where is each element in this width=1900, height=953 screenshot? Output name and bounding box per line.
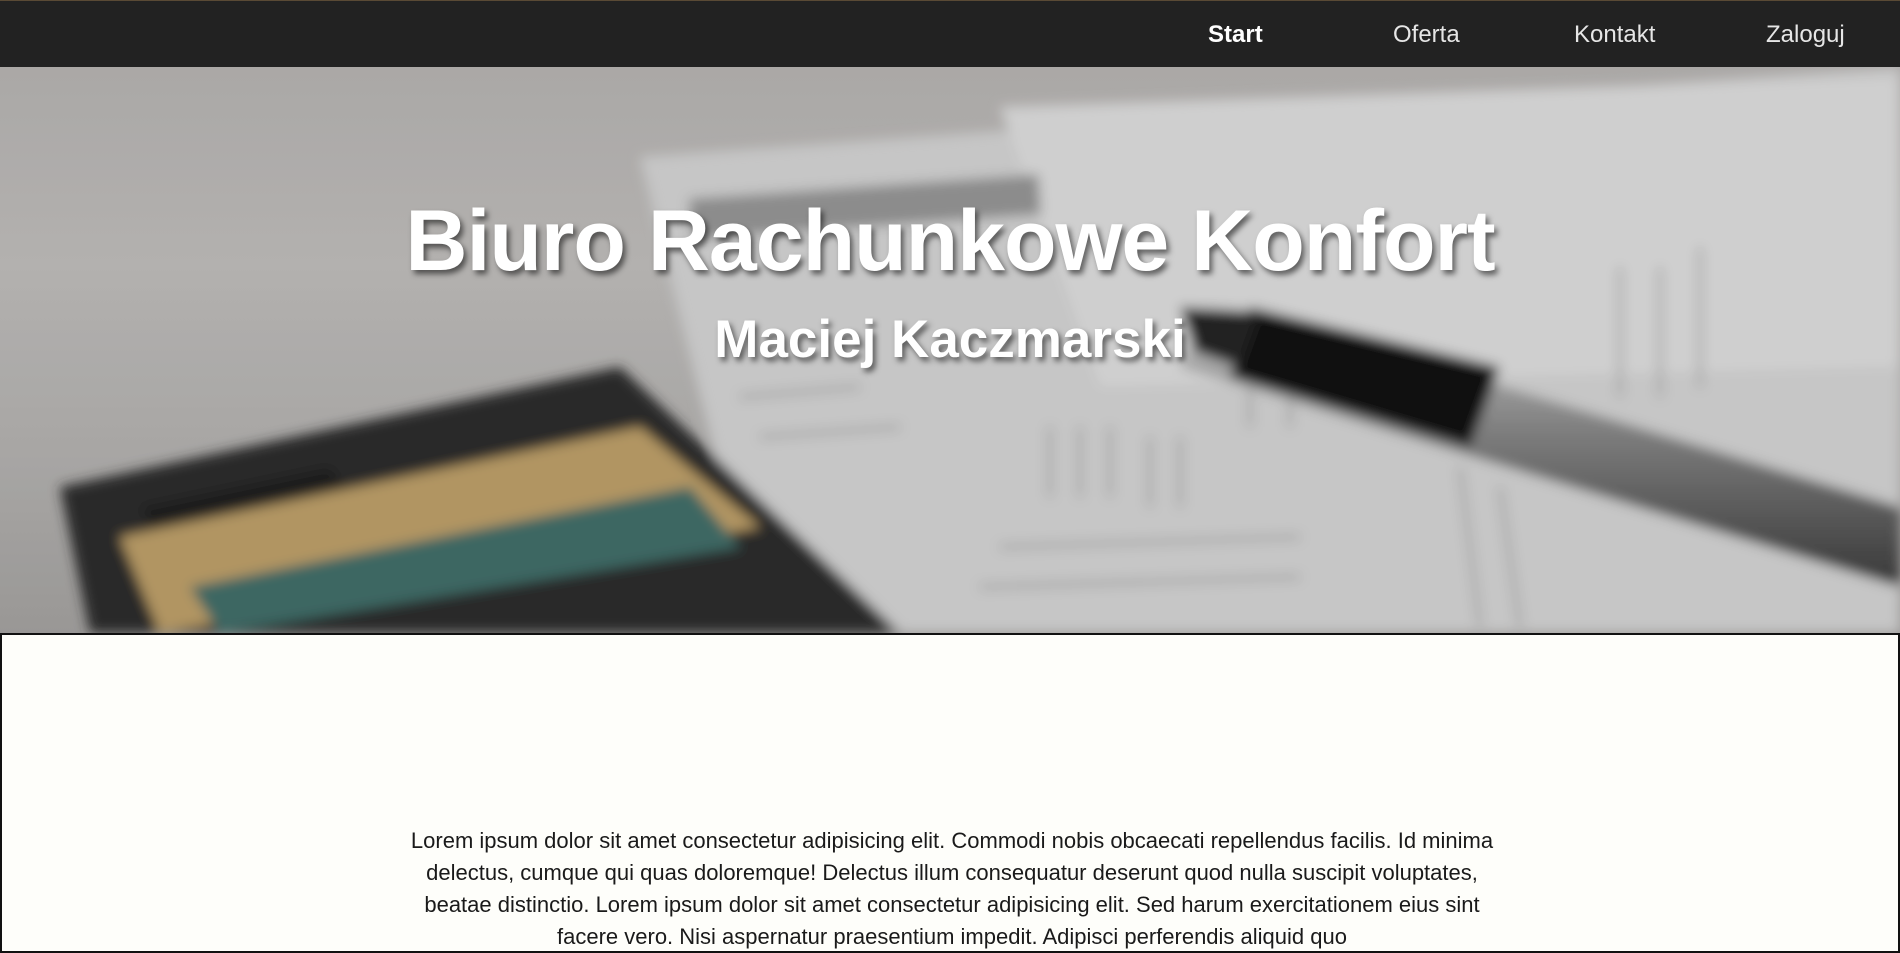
nav-link-zaloguj[interactable]: Zaloguj bbox=[1766, 1, 1845, 68]
nav-link-oferta[interactable]: Oferta bbox=[1393, 1, 1460, 68]
hero-banner: Biuro Rachunkowe Konfort Maciej Kaczmars… bbox=[0, 67, 1900, 633]
nav-link-start[interactable]: Start bbox=[1208, 1, 1263, 68]
top-navbar: Start Oferta Kontakt Zaloguj bbox=[0, 0, 1900, 67]
content-section: Lorem ipsum dolor sit amet consectetur a… bbox=[0, 633, 1900, 953]
nav-link-kontakt[interactable]: Kontakt bbox=[1574, 1, 1655, 68]
hero-title: Biuro Rachunkowe Konfort bbox=[405, 193, 1495, 289]
content-paragraph: Lorem ipsum dolor sit amet consectetur a… bbox=[410, 828, 1494, 949]
hero-subtitle: Maciej Kaczmarski bbox=[714, 310, 1186, 369]
